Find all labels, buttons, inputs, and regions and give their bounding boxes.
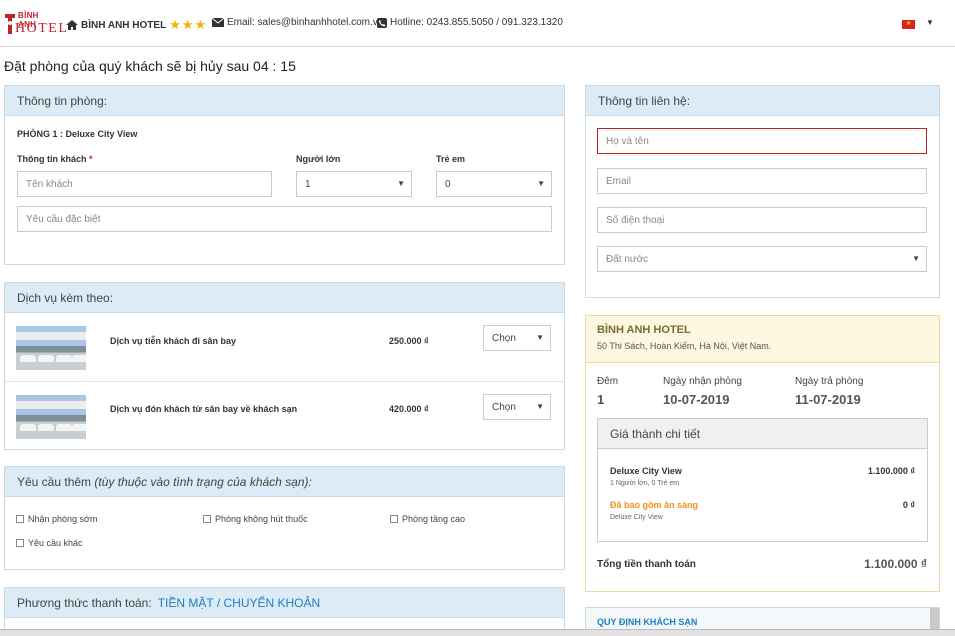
checkbox-icon[interactable] [16, 539, 24, 547]
nights-value: 1 [597, 392, 605, 407]
children-label: Trẻ em [436, 154, 466, 164]
services-panel: Dịch vụ kèm theo: Dịch vụ tiễn khách đi … [4, 282, 565, 450]
checkbox-label: Nhận phòng sớm [28, 514, 98, 524]
service-name: Dịch vụ tiễn khách đi sân bay [110, 336, 237, 346]
price-detail-title: Giá thành chi tiết [598, 419, 927, 449]
special-request-input[interactable]: Yêu cầu đặc biệt [17, 206, 552, 232]
payment-title: Phương thức thanh toán: TIỀN MẶT / CHUYỂ… [5, 588, 564, 618]
header-hotline-text: Hotline: 0243.855.5050 / 091.323.1320 [390, 17, 563, 28]
summary-address: 50 Thi Sách, Hoàn Kiếm, Hà Nội, Việt Nam… [597, 341, 772, 351]
early-checkin-checkbox[interactable]: Nhận phòng sớm [16, 514, 97, 524]
vietnam-flag-icon[interactable]: ★ [902, 20, 915, 29]
service-select-value: Chọn [492, 401, 516, 413]
envelope-icon [212, 18, 224, 27]
room-label: PHÒNG 1 : Deluxe City View [17, 129, 138, 139]
children-value: 0 [445, 178, 451, 190]
summary-header: BÌNH ANH HOTEL 50 Thi Sách, Hoàn Kiếm, H… [586, 316, 939, 363]
service-name: Dịch vụ đón khách từ sân bay về khách sạ… [110, 404, 298, 414]
home-link[interactable]: BÌNH ANH HOTEL ★★★ [66, 17, 207, 33]
logo-text-bottom: HOTEL [15, 21, 69, 36]
other-request-checkbox[interactable]: Yêu cầu khác [16, 538, 83, 548]
hotel-stars: ★★★ [169, 17, 208, 32]
header-email-text: Email: sales@binhanhhotel.com.vn [227, 17, 384, 28]
detail-room-guests: 1 Người lớn, 0 Trẻ em [610, 480, 680, 487]
special-request-placeholder: Yêu cầu đặc biệt [26, 213, 101, 225]
phone-input[interactable]: Số điện thoại [597, 207, 927, 233]
header-hotline[interactable]: Hotline: 0243.855.5050 / 091.323.1320 [377, 17, 563, 28]
breakfast-room: Deluxe City View [610, 514, 663, 521]
room-info-title: Thông tin phòng: [5, 86, 564, 116]
checkbox-icon[interactable] [16, 515, 24, 523]
airport-car-image [16, 395, 86, 439]
os-taskbar [0, 629, 955, 636]
extra-requests-title: Yêu cầu thêm (tùy thuộc vào tình trạng c… [5, 467, 564, 497]
detail-room-name: Deluxe City View [610, 466, 682, 476]
contact-title: Thông tin liên hệ: [586, 86, 939, 116]
checkbox-label: Phòng không hút thuốc [215, 514, 308, 524]
top-header: BÌNH ANH HOTEL BÌNH ANH HOTEL ★★★ Email:… [0, 0, 955, 47]
service-row: Dịch vụ tiễn khách đi sân bay 250.000 ₫ … [5, 313, 564, 381]
service-select-value: Chọn [492, 332, 516, 344]
adults-select[interactable]: 1 [296, 171, 412, 197]
home-icon [66, 20, 78, 30]
guest-info-label-text: Thông tin khách [17, 154, 87, 164]
guest-info-label: Thông tin khách * [17, 154, 93, 164]
services-title: Dịch vụ kèm theo: [5, 283, 564, 313]
price-detail-box: Giá thành chi tiết Deluxe City View 1 Ng… [597, 418, 928, 542]
high-floor-checkbox[interactable]: Phòng tầng cao [390, 514, 465, 524]
country-select[interactable]: Đất nước [597, 246, 927, 272]
checkbox-label: Phòng tầng cao [402, 514, 466, 524]
checkin-value: 10-07-2019 [663, 392, 730, 407]
breakfast-price: 0 ₫ [902, 500, 915, 510]
room-info-panel: Thông tin phòng: PHÒNG 1 : Deluxe City V… [4, 85, 565, 265]
service-select[interactable]: Chọn [483, 394, 551, 420]
email-input[interactable]: Email [597, 168, 927, 194]
total-value: 1.100.000 ₫ [864, 557, 927, 571]
service-select[interactable]: Chọn [483, 325, 551, 351]
hotel-policy-title[interactable]: QUY ĐỊNH KHÁCH SẠN [597, 617, 697, 627]
checkbox-icon[interactable] [203, 515, 211, 523]
nights-label: Đêm [597, 376, 619, 387]
fullname-placeholder: Họ và tên [606, 135, 649, 147]
header-email[interactable]: Email: sales@binhanhhotel.com.vn [212, 17, 383, 28]
children-select[interactable]: 0 [436, 171, 552, 197]
required-mark: * [89, 154, 93, 164]
detail-room-price: 1.100.000 ₫ [867, 466, 915, 476]
booking-summary: BÌNH ANH HOTEL 50 Thi Sách, Hoàn Kiếm, H… [585, 315, 940, 592]
language-dropdown-caret-icon[interactable]: ▼ [926, 18, 934, 27]
extra-requests-title-main: Yêu cầu thêm [17, 474, 92, 489]
service-row: Dịch vụ đón khách từ sân bay về khách sạ… [5, 381, 564, 449]
guest-name-input[interactable]: Tên khách [17, 171, 272, 197]
extra-requests-title-note: (tùy thuộc vào tình trạng của khách sạn)… [94, 474, 312, 489]
checkbox-icon[interactable] [390, 515, 398, 523]
header-hotel-name: BÌNH ANH HOTEL [81, 19, 167, 31]
adults-label: Người lớn [296, 154, 341, 164]
guest-name-placeholder: Tên khách [26, 178, 73, 190]
summary-hotel-name: BÌNH ANH HOTEL [597, 324, 691, 336]
airport-car-image [16, 326, 86, 370]
service-price: 420.000 ₫ [389, 404, 429, 414]
phone-icon [377, 17, 387, 28]
contact-panel: Thông tin liên hệ: Họ và tên Email Số đi… [585, 85, 940, 298]
email-placeholder: Email [606, 175, 632, 187]
breakfast-included: Đã bao gồm ăn sáng [610, 500, 699, 510]
payment-method[interactable]: TIỀN MẶT / CHUYỂN KHOẢN [158, 596, 320, 610]
service-price: 250.000 ₫ [389, 336, 429, 346]
checkout-value: 11-07-2019 [795, 392, 861, 407]
checkbox-label: Yêu cầu khác [28, 538, 83, 548]
fullname-input[interactable]: Họ và tên [597, 128, 927, 154]
checkin-label: Ngày nhận phòng [663, 376, 742, 387]
phone-placeholder: Số điện thoại [606, 214, 665, 226]
hotel-logo[interactable]: BÌNH ANH HOTEL [4, 10, 67, 40]
checkout-label: Ngày trả phòng [795, 376, 864, 387]
extra-requests-panel: Yêu cầu thêm (tùy thuộc vào tình trạng c… [4, 466, 565, 570]
adults-value: 1 [305, 178, 311, 190]
payment-title-label: Phương thức thanh toán: [17, 595, 152, 610]
booking-countdown: Đặt phòng của quý khách sẽ bị hủy sau 04… [4, 58, 296, 74]
country-placeholder: Đất nước [606, 253, 649, 265]
non-smoking-checkbox[interactable]: Phòng không hút thuốc [203, 514, 308, 524]
total-label: Tổng tiền thanh toán [597, 559, 696, 570]
